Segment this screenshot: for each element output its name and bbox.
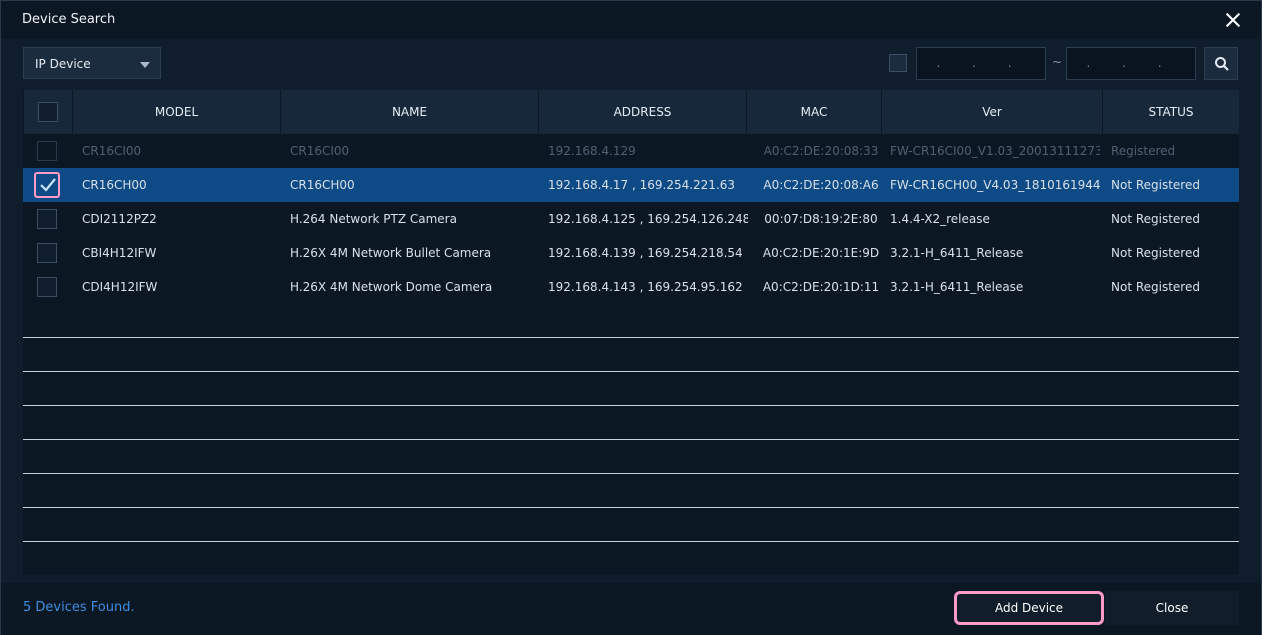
table-row[interactable]: CDI2112PZ2 H.264 Network PTZ Camera 192.… [23,202,1239,236]
table-row[interactable]: CR16CH00 CR16CH00 192.168.4.17 , 169.254… [23,168,1239,202]
cell-status: Registered [1111,144,1176,158]
search-button[interactable] [1204,47,1238,80]
cell-status: Not Registered [1111,246,1200,260]
search-icon [1215,57,1229,71]
column-name[interactable]: NAME [280,90,538,134]
cell-address: 192.168.4.143 , 169.254.95.162 [548,280,743,294]
add-device-button[interactable]: Add Device [954,591,1104,625]
cell-mac: A0:C2:DE:20:08:A6 [763,178,879,192]
cell-status: Not Registered [1111,178,1200,192]
cell-model: CR16CI00 [82,144,142,158]
empty-row [23,304,1239,338]
cell-ver: 3.2.1-H_6411_Release [890,280,1024,294]
cell-ver: FW-CR16CH00_V4.03_181016194421 [890,178,1100,192]
row-checkbox[interactable] [37,141,57,161]
empty-row [23,508,1239,542]
range-separator: ~ [1052,55,1063,69]
cell-mac: A0:C2:DE:20:1E:9D [762,246,880,260]
chevron-down-icon [140,62,150,68]
cell-status: Not Registered [1111,280,1200,294]
cell-address: 192.168.4.17 , 169.254.221.63 [548,178,736,192]
select-all-checkbox[interactable] [38,102,58,122]
footer: 5 Devices Found. Add Device Close [1,583,1261,635]
cell-mac: 00:07:D8:19:2E:80 [764,212,878,226]
cell-model: CR16CH00 [82,178,147,192]
row-checkbox[interactable] [37,277,57,297]
column-model[interactable]: MODEL [72,90,280,134]
dialog-title: Device Search [22,12,116,27]
device-table: MODEL NAME ADDRESS MAC Ver STATUS CR16CI… [23,90,1239,575]
table-header: MODEL NAME ADDRESS MAC Ver STATUS [23,90,1239,134]
ip-start-field[interactable]: . . . [916,47,1046,80]
cell-address: 192.168.4.129 [548,144,636,158]
devices-found-status: 5 Devices Found. [23,600,135,615]
empty-row [23,440,1239,474]
column-status[interactable]: STATUS [1102,90,1239,134]
cell-status: Not Registered [1111,212,1200,226]
row-checkbox[interactable] [37,243,57,263]
cell-mac: A0:C2:DE:20:1D:11 [762,280,880,294]
table-row[interactable]: CBI4H12IFW H.26X 4M Network Bullet Camer… [23,236,1239,270]
close-icon[interactable] [1223,10,1243,30]
empty-row [23,474,1239,508]
device-search-dialog: Device Search IP Device . . . ~ . . . MO… [0,0,1262,635]
ip-range-checkbox[interactable] [889,54,907,72]
cell-model: CDI2112PZ2 [82,212,157,226]
cell-address: 192.168.4.125 , 169.254.126.248 [548,212,748,226]
empty-row [23,372,1239,406]
cell-address: 192.168.4.139 , 169.254.218.54 [548,246,743,260]
table-row[interactable]: CDI4H12IFW H.26X 4M Network Dome Camera … [23,270,1239,304]
table-row[interactable]: CR16CI00 CR16CI00 192.168.4.129 A0:C2:DE… [23,134,1239,168]
close-button[interactable]: Close [1105,591,1239,625]
toolbar: IP Device . . . ~ . . . [1,39,1261,89]
header-select-cell [23,90,72,134]
column-mac[interactable]: MAC [746,90,881,134]
cell-model: CDI4H12IFW [82,280,158,294]
cell-mac: A0:C2:DE:20:08:33 [763,144,879,158]
cell-name: H.264 Network PTZ Camera [290,212,457,226]
cell-name: CR16CH00 [290,178,355,192]
title-bar: Device Search [1,1,1261,39]
cell-ver: 1.4.4-X2_release [890,212,990,226]
cell-name: H.26X 4M Network Bullet Camera [290,246,492,260]
column-address[interactable]: ADDRESS [538,90,746,134]
cell-ver: FW-CR16CI00_V1.03_200131112736 [890,144,1100,158]
empty-row [23,338,1239,372]
checkmark-icon [40,178,56,192]
row-checkbox[interactable] [34,172,60,198]
cell-ver: 3.2.1-H_6411_Release [890,246,1024,260]
device-type-value: IP Device [35,57,91,71]
row-checkbox[interactable] [37,209,57,229]
empty-row [23,406,1239,440]
device-type-select[interactable]: IP Device [23,47,161,79]
column-ver[interactable]: Ver [881,90,1102,134]
ip-end-field[interactable]: . . . [1066,47,1196,80]
cell-model: CBI4H12IFW [82,246,157,260]
cell-name: CR16CI00 [290,144,350,158]
cell-name: H.26X 4M Network Dome Camera [290,280,493,294]
